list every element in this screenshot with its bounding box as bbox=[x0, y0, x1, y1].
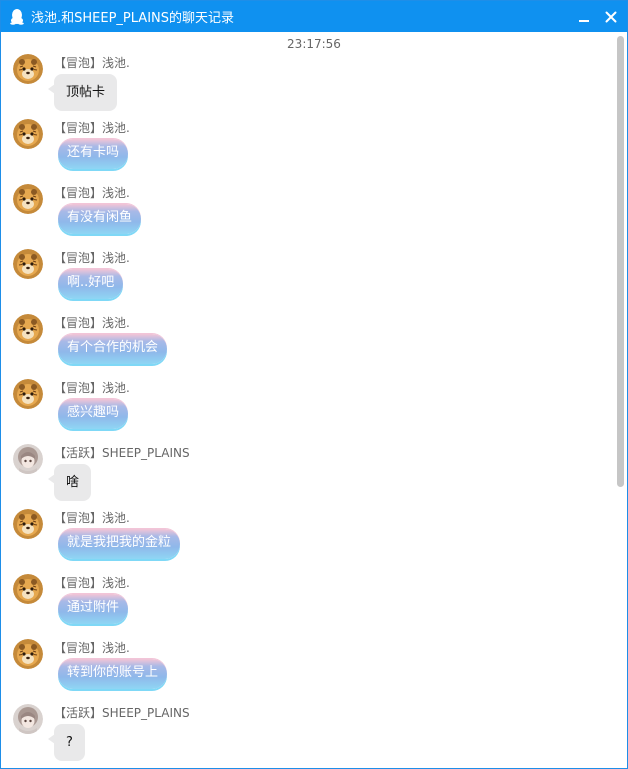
message-row: 【冒泡】浅池. 有个合作的机会 bbox=[1, 314, 613, 376]
message-row: 【冒泡】浅池. 通过附件 bbox=[1, 574, 613, 636]
message-bubble[interactable]: 顶帖卡 bbox=[47, 74, 118, 111]
sender-name: 【活跃】SHEEP_PLAINS bbox=[54, 446, 190, 460]
message-bubble[interactable]: ? bbox=[48, 724, 85, 761]
qq-penguin-icon bbox=[10, 8, 24, 25]
minimize-button[interactable] bbox=[574, 7, 594, 27]
sheep-plains-avatar[interactable] bbox=[13, 704, 43, 734]
message-row: 【冒泡】浅池. 啊..好吧 bbox=[1, 249, 613, 311]
message-bubble[interactable]: 转到你的账号上 bbox=[58, 659, 168, 689]
sender-name: 【冒泡】浅池. bbox=[54, 121, 130, 135]
message-row: 【冒泡】浅池. 有没有闲鱼 bbox=[1, 184, 613, 246]
message-timestamp: 23:17:56 bbox=[287, 37, 341, 51]
message-bubble[interactable]: 啥 bbox=[47, 464, 92, 501]
qianchi-avatar[interactable] bbox=[13, 184, 43, 214]
message-row: 【活跃】SHEEP_PLAINS? bbox=[1, 704, 613, 766]
sender-name: 【冒泡】浅池. bbox=[54, 186, 130, 200]
chat-history-window: 浅池.和SHEEP_PLAINS的聊天记录 23:17:56 【冒泡】浅池. 顶帖… bbox=[0, 0, 628, 769]
message-bubble[interactable]: 啊..好吧 bbox=[58, 269, 124, 299]
message-row: 【冒泡】浅池. 还有卡吗 bbox=[1, 119, 613, 181]
sender-name: 【活跃】SHEEP_PLAINS bbox=[54, 706, 190, 720]
message-row: 【活跃】SHEEP_PLAINS 啥 bbox=[1, 444, 613, 506]
sender-name: 【冒泡】浅池. bbox=[54, 511, 130, 525]
qianchi-avatar[interactable] bbox=[13, 119, 43, 149]
message-row: 【冒泡】浅池. 就是我把我的金粒 bbox=[1, 509, 613, 571]
title-bar[interactable]: 浅池.和SHEEP_PLAINS的聊天记录 bbox=[1, 1, 627, 32]
message-bubble[interactable]: 感兴趣吗 bbox=[58, 399, 129, 429]
message-bubble[interactable]: 有个合作的机会 bbox=[58, 334, 168, 364]
qianchi-avatar[interactable] bbox=[13, 574, 43, 604]
window-title: 浅池.和SHEEP_PLAINS的聊天记录 bbox=[31, 11, 235, 26]
qianchi-avatar[interactable] bbox=[13, 639, 43, 669]
scrollbar-thumb[interactable] bbox=[617, 36, 624, 487]
sender-name: 【冒泡】浅池. bbox=[54, 641, 130, 655]
minimize-icon bbox=[579, 20, 589, 22]
message-row: 【冒泡】浅池. 转到你的账号上 bbox=[1, 639, 613, 701]
message-bubble[interactable]: 就是我把我的金粒 bbox=[58, 529, 181, 559]
sender-name: 【冒泡】浅池. bbox=[54, 56, 130, 70]
qianchi-avatar[interactable] bbox=[13, 249, 43, 279]
message-bubble[interactable]: 还有卡吗 bbox=[58, 139, 129, 169]
message-bubble[interactable]: 通过附件 bbox=[58, 594, 129, 624]
message-list[interactable]: 23:17:56 【冒泡】浅池. 顶帖卡 【冒泡】浅池. 还有卡吗 【冒泡】浅池. 有… bbox=[1, 32, 627, 768]
sender-name: 【冒泡】浅池. bbox=[54, 381, 130, 395]
qianchi-avatar[interactable] bbox=[13, 314, 43, 344]
sender-name: 【冒泡】浅池. bbox=[54, 251, 130, 265]
qianchi-avatar[interactable] bbox=[13, 379, 43, 409]
message-row: 【冒泡】浅池. 顶帖卡 bbox=[1, 54, 613, 116]
sheep-plains-avatar[interactable] bbox=[13, 444, 43, 474]
sender-name: 【冒泡】浅池. bbox=[54, 576, 130, 590]
message-bubble[interactable]: 有没有闲鱼 bbox=[58, 204, 142, 234]
sender-name: 【冒泡】浅池. bbox=[54, 316, 130, 330]
message-row: 【冒泡】浅池. 感兴趣吗 bbox=[1, 379, 613, 441]
qianchi-avatar[interactable] bbox=[13, 509, 43, 539]
close-icon bbox=[605, 11, 617, 23]
close-button[interactable] bbox=[601, 7, 621, 27]
qianchi-avatar[interactable] bbox=[13, 54, 43, 84]
